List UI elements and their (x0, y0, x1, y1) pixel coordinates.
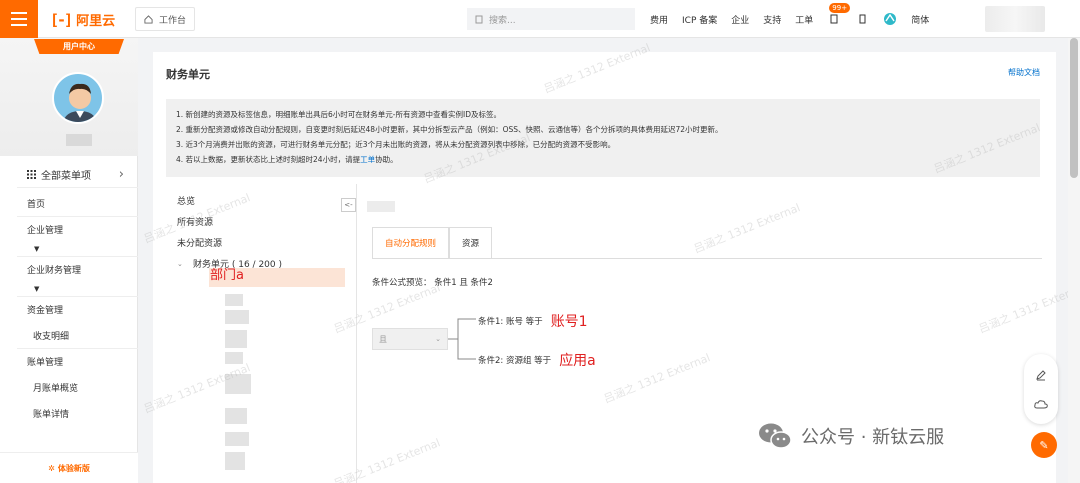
tree-item-overview[interactable]: 总览 (177, 190, 345, 211)
condition-1-value: 账号1 (550, 314, 588, 330)
top-bar: [-] 阿里云 工作台 搜索... 费用 ICP 备案 企业 支持 工单 99+… (0, 0, 1080, 38)
tab-resources[interactable]: 资源 (449, 227, 493, 259)
condition-1-label: 条件1: 账号 等于 (478, 317, 543, 327)
workbench-button[interactable]: 工作台 (135, 7, 195, 31)
notification-badge: 99+ (829, 3, 851, 13)
sidebar-item-funds[interactable]: 资金管理 (17, 296, 138, 322)
formula-preview: 条件公式预览： 条件1 且 条件2 (372, 278, 493, 288)
cloud-icon[interactable] (1034, 399, 1048, 409)
notice-line-3: 3. 近3个月消费并出账的资源，可进行财务单元分配；近3个月未出账的资源，将从未… (176, 140, 616, 149)
feedback-button[interactable]: ✎ (1031, 432, 1057, 458)
search-icon (475, 15, 483, 23)
home-icon (144, 14, 153, 24)
nav-enterprise[interactable]: 企业 (731, 13, 749, 26)
caret-down-icon[interactable]: ⌄ (177, 260, 187, 268)
globe-icon[interactable] (883, 12, 897, 26)
tree-item[interactable] (225, 374, 251, 394)
sidebar-item-enterprise[interactable]: 企业管理 (17, 216, 138, 242)
nav-fee[interactable]: 费用 (650, 13, 668, 26)
scrollbar-thumb[interactable] (1070, 38, 1078, 178)
notification-icon[interactable]: 99+ (827, 3, 851, 26)
tree-item[interactable] (225, 452, 245, 470)
user-account-menu[interactable] (985, 6, 1045, 32)
sidebar-item-monthly-bill[interactable]: 月账单概览 (17, 374, 138, 400)
sidebar-header: 用户中心 (0, 38, 138, 156)
chevron-down-icon: ⌄ (435, 335, 441, 343)
wechat-icon (759, 423, 792, 449)
aliyun-logo[interactable]: [-] 阿里云 (50, 10, 116, 30)
tree-item[interactable] (225, 352, 243, 364)
main-panel: 财务单元 帮助文档 1. 新创建的资源及标签信息，明细账单出具后6小时可在财务单… (153, 52, 1056, 483)
menu-toggle-button[interactable] (0, 0, 38, 38)
tree-item[interactable] (225, 294, 243, 306)
float-toolbar (1024, 354, 1058, 424)
tree-item[interactable] (225, 432, 249, 446)
sidebar-item-enterprise-finance[interactable]: 企业财务管理 (17, 256, 138, 282)
tab-bar: 自动分配规则 资源 (372, 227, 493, 259)
logo-text: 阿里云 (76, 14, 116, 29)
sidebar-item-home[interactable]: 首页 (17, 190, 138, 216)
aliyun-logo-icon: [-] (50, 10, 73, 29)
notice-line-4: 4. 若以上数据，更新状态比上述时刻超时24小时，请提工单协助。 (176, 155, 398, 164)
edit-icon[interactable] (1035, 369, 1047, 381)
tree-item[interactable] (225, 310, 249, 324)
avatar[interactable] (52, 72, 104, 124)
page-title: 财务单元 (166, 68, 210, 81)
scrollbar[interactable] (1068, 38, 1080, 483)
brand-watermark-text: 公众号 · 新钛云服 (801, 427, 945, 448)
tab-auto-allocation[interactable]: 自动分配规则 (372, 227, 450, 259)
search-placeholder: 搜索... (489, 15, 516, 26)
nav-ticket[interactable]: 工单 (795, 13, 813, 26)
brand-watermark: 公众号 · 新钛云服 (757, 422, 944, 450)
finance-unit-tree: 总览 所有资源 未分配资源 ⌄ 财务单元 ( 16 / 200 ) (177, 190, 345, 274)
sidebar-item-bills[interactable]: 账单管理 (17, 348, 138, 374)
divider (356, 184, 357, 483)
notice-box: 1. 新创建的资源及标签信息，明细账单出具后6小时可在财务单元-所有资源中查看实… (166, 99, 1040, 177)
notice-line-1: 1. 新创建的资源及标签信息，明细账单出具后6小时可在财务单元-所有资源中查看实… (176, 110, 502, 119)
help-doc-link[interactable]: 帮助文档 (1008, 67, 1040, 78)
tree-item-unallocated[interactable]: 未分配资源 (177, 232, 345, 253)
condition-2-value: 应用a (559, 353, 596, 369)
sidebar-item-bill-detail[interactable]: 账单详情 (17, 400, 138, 426)
tab-underline (372, 258, 1042, 259)
dept-annotation: 部门a (210, 268, 244, 283)
condition-connector (448, 318, 476, 360)
sidebar-menu: 首页 企业管理 ▼ 企业财务管理 ▼ 资金管理 收支明细 账单管理 月账单概览 … (17, 190, 138, 426)
logic-operator-value: 且 (379, 334, 387, 344)
workbench-label: 工作台 (159, 15, 187, 26)
sidebar-item-transactions[interactable]: 收支明细 (17, 322, 138, 348)
nav-icp[interactable]: ICP 备案 (682, 13, 717, 26)
mobile-icon[interactable] (855, 12, 869, 26)
caret-down-icon[interactable]: ▼ (17, 282, 138, 296)
condition-1: 条件1: 账号 等于 账号1 (478, 311, 588, 331)
ticket-link[interactable]: 工单 (360, 155, 375, 164)
user-center-tab[interactable]: 用户中心 (34, 39, 124, 54)
condition-2: 条件2: 资源组 等于 应用a (478, 350, 596, 370)
unit-name (367, 201, 395, 212)
notice-line-2: 2. 重新分配资源或修改自动分配规则，自变更时刻后延迟48小时更新，其中分拆型云… (176, 125, 723, 134)
user-name (66, 134, 92, 146)
language-switch[interactable]: 简体 (911, 13, 929, 26)
all-menu-label: 全部菜单项 (41, 171, 91, 182)
all-menu-button[interactable]: 全部菜单项 › (17, 162, 138, 188)
search-input[interactable]: 搜索... (467, 8, 635, 30)
tree-item-all-resources[interactable]: 所有资源 (177, 211, 345, 232)
tree-item[interactable] (225, 408, 247, 424)
condition-2-label: 条件2: 资源组 等于 (478, 356, 552, 366)
sparkle-icon: ✲ (48, 463, 55, 473)
sidebar: 用户中心 全部菜单项 › 首页 企业管理 ▼ 企业财务管理 ▼ 资金管理 收支明… (0, 38, 138, 483)
caret-down-icon[interactable]: ▼ (17, 242, 138, 256)
try-new-version-button[interactable]: ✲ 体验新版 (0, 452, 138, 483)
collapse-tree-button[interactable]: <- (341, 198, 356, 212)
tree-item[interactable] (225, 330, 247, 348)
logic-operator-select[interactable]: 且 ⌄ (372, 328, 448, 350)
try-new-label: 体验新版 (57, 463, 90, 473)
grid-icon (27, 170, 36, 179)
top-nav: 费用 ICP 备案 企业 支持 工单 99+ 简体 (650, 0, 929, 38)
chevron-right-icon: › (118, 167, 124, 182)
pen-icon: ✎ (1039, 438, 1049, 452)
nav-support[interactable]: 支持 (763, 13, 781, 26)
